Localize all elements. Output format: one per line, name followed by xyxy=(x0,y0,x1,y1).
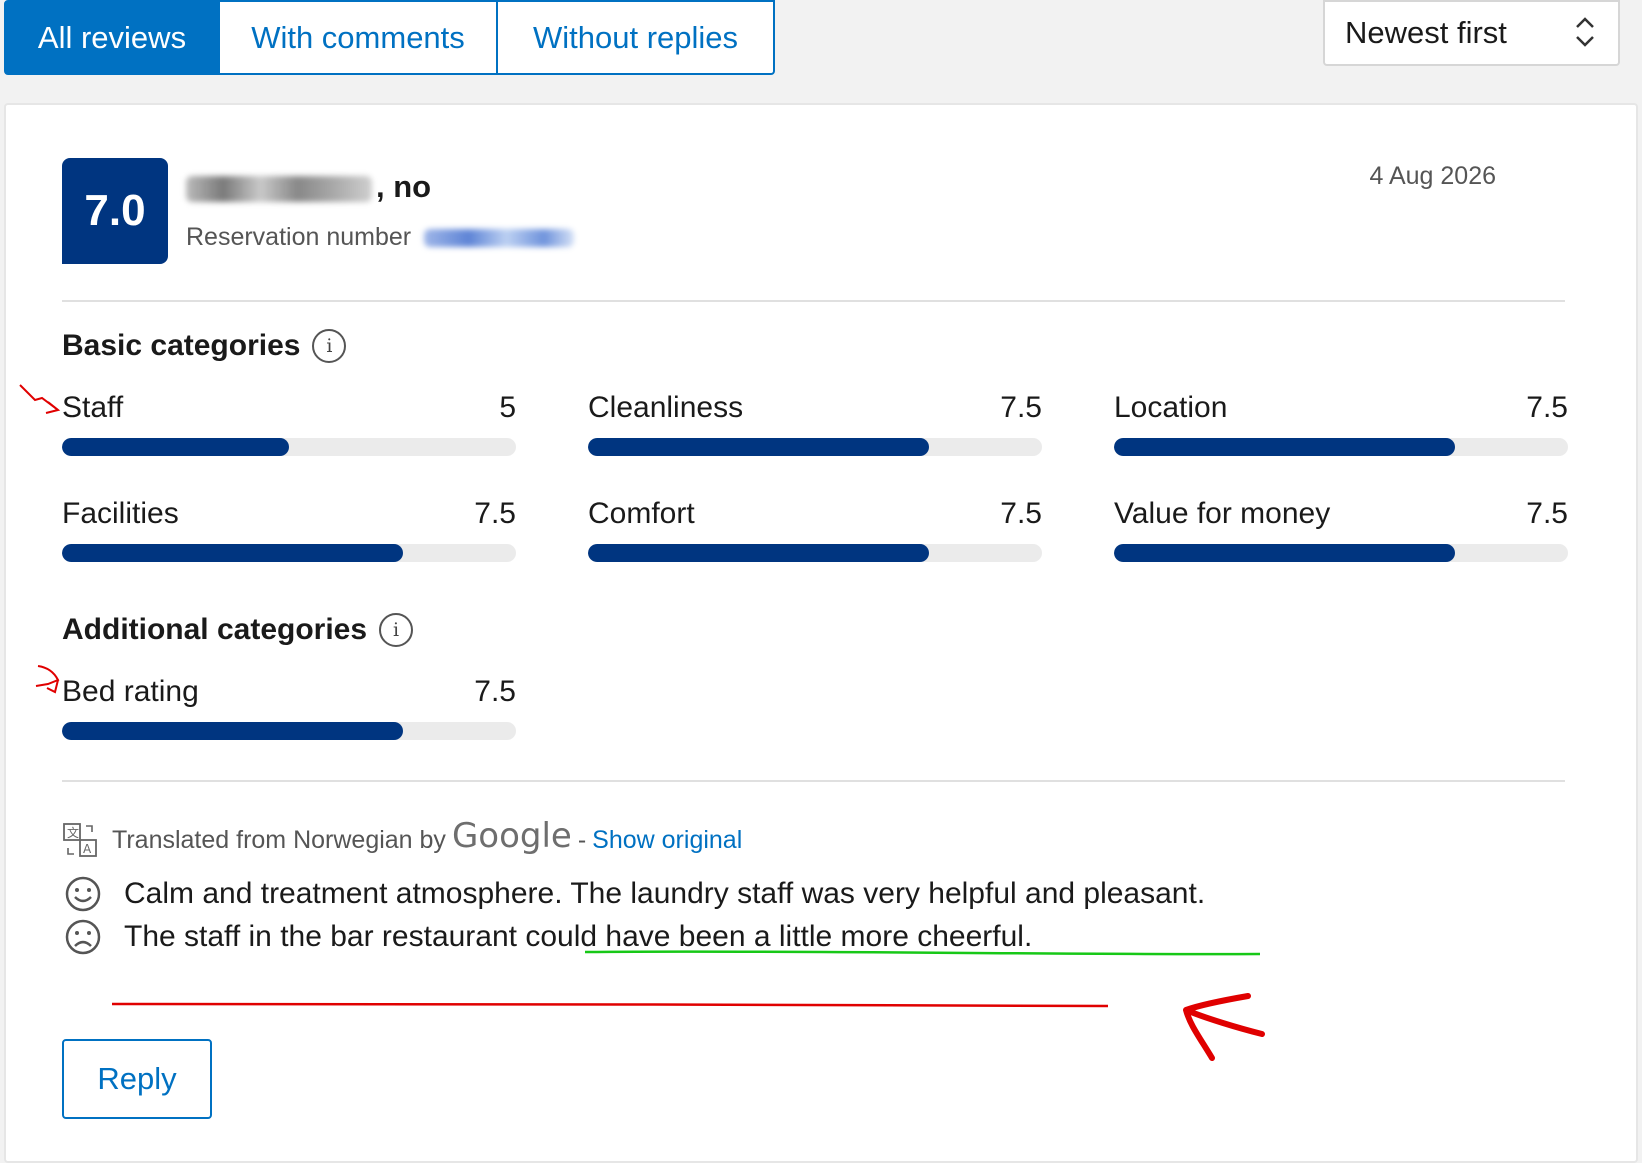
positive-comment: Calm and treatment atmosphere. The laund… xyxy=(64,875,1205,913)
category-comfort: Comfort 7.5 xyxy=(588,497,1042,562)
basic-categories-label: Basic categories xyxy=(62,329,301,362)
divider xyxy=(62,780,1565,782)
category-label: Facilities xyxy=(62,497,179,530)
info-icon[interactable]: i xyxy=(312,329,347,363)
review-filter-tabs: All reviews With comments Without replie… xyxy=(4,0,775,75)
reservation-number: Reservation number xyxy=(186,223,575,252)
translation-prefix: Translated from Norwegian by xyxy=(112,825,446,854)
positive-comment-text: Calm and treatment atmosphere. The laund… xyxy=(124,877,1206,910)
category-bar xyxy=(1114,544,1568,562)
category-facilities: Facilities 7.5 xyxy=(62,497,516,562)
tab-with-comments[interactable]: With comments xyxy=(218,0,498,75)
tab-all-reviews[interactable]: All reviews xyxy=(4,0,220,75)
category-score: 7.5 xyxy=(474,497,516,530)
category-score: 7.5 xyxy=(1000,497,1042,530)
category-score: 7.5 xyxy=(474,675,516,708)
sort-select[interactable]: Newest first xyxy=(1323,0,1620,66)
additional-categories-label: Additional categories xyxy=(62,613,368,646)
category-score: 7.5 xyxy=(1000,391,1042,424)
category-score: 7.5 xyxy=(1526,391,1568,424)
guest-name: , no xyxy=(186,169,431,205)
translation-separator: - xyxy=(577,825,587,854)
redacted-guest-name xyxy=(186,175,372,202)
category-bar-fill xyxy=(588,544,929,562)
negative-comment-text: The staff in the bar restaurant could ha… xyxy=(124,920,1033,953)
info-icon[interactable]: i xyxy=(379,613,414,647)
category-cleanliness: Cleanliness 7.5 xyxy=(588,391,1042,456)
category-bar xyxy=(62,722,516,740)
translation-note: 文 A Translated from Norwegian by Google … xyxy=(62,816,742,860)
redacted-reservation-link[interactable] xyxy=(424,229,575,248)
category-bar-fill xyxy=(62,438,289,456)
review-date: 4 Aug 2026 xyxy=(1369,162,1496,190)
category-label: Bed rating xyxy=(62,675,199,708)
negative-comment: The staff in the bar restaurant could ha… xyxy=(64,918,1032,956)
category-bar-fill xyxy=(62,544,403,562)
category-label: Comfort xyxy=(588,497,695,530)
reply-button[interactable]: Reply xyxy=(62,1039,212,1119)
category-bar xyxy=(62,544,516,562)
google-logo-text: Google xyxy=(451,816,572,856)
guest-country: , no xyxy=(376,169,432,204)
reservation-label: Reservation number xyxy=(186,223,412,251)
category-score: 5 xyxy=(499,391,516,424)
category-staff: Staff 5 xyxy=(62,391,516,456)
translate-icon: 文 A xyxy=(63,823,97,857)
category-label: Location xyxy=(1114,391,1228,424)
category-bar-fill xyxy=(1114,438,1455,456)
tab-without-replies[interactable]: Without replies xyxy=(496,0,775,75)
svg-text:A: A xyxy=(83,842,92,856)
category-label: Value for money xyxy=(1114,497,1331,530)
category-bar-fill xyxy=(588,438,929,456)
sort-selected-value: Newest first xyxy=(1345,15,1507,50)
chevron-up-down-icon xyxy=(1576,17,1594,47)
category-location: Location 7.5 xyxy=(1114,391,1568,456)
show-original-link[interactable]: Show original xyxy=(592,826,742,855)
category-bar xyxy=(62,438,516,456)
smiley-happy-icon xyxy=(65,876,101,912)
category-bed-rating: Bed rating 7.5 xyxy=(62,675,516,740)
category-score: 7.5 xyxy=(1526,497,1568,530)
category-value-for-money: Value for money 7.5 xyxy=(1114,497,1568,562)
review-card: 7.0 , no Reservation number 4 Aug 2026 B… xyxy=(4,103,1638,1163)
category-bar-fill xyxy=(62,722,403,740)
category-bar-fill xyxy=(1114,544,1455,562)
category-label: Cleanliness xyxy=(588,391,744,424)
divider xyxy=(62,300,1565,302)
additional-categories-title: Additional categories i xyxy=(62,613,414,647)
category-bar xyxy=(1114,438,1568,456)
review-score-badge: 7.0 xyxy=(62,158,168,264)
basic-categories-title: Basic categories i xyxy=(62,329,347,363)
smiley-sad-icon xyxy=(65,919,101,955)
category-label: Staff xyxy=(62,391,124,424)
category-bar xyxy=(588,544,1042,562)
svg-text:文: 文 xyxy=(67,825,79,840)
category-bar xyxy=(588,438,1042,456)
